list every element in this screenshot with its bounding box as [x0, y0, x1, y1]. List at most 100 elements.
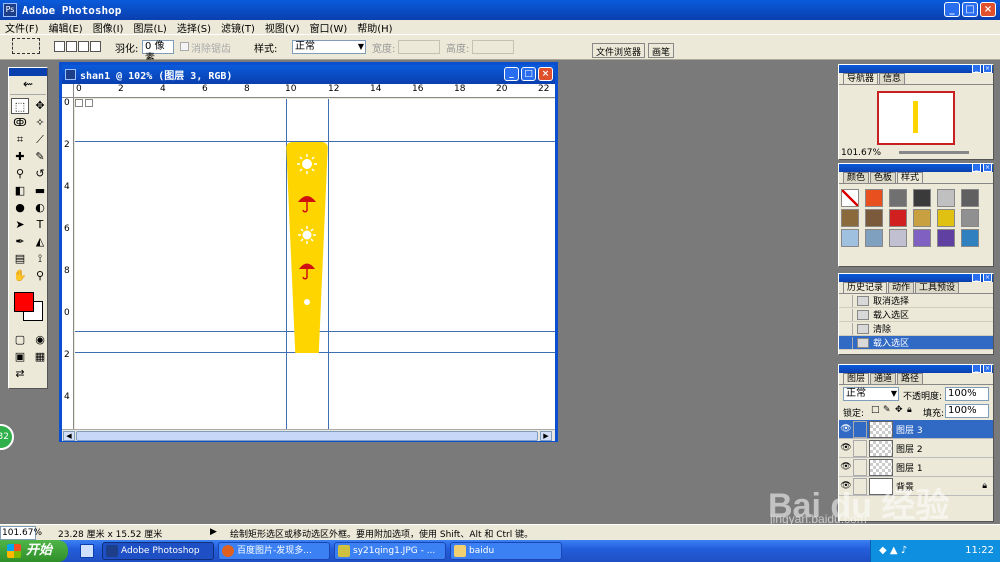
lock-image-icon[interactable]: ✎	[883, 405, 891, 415]
fullscreen-mode-icon[interactable]: ▦	[31, 349, 49, 365]
panel-close-icon[interactable]: ×	[983, 163, 992, 172]
blur-tool-icon[interactable]: ●	[11, 200, 29, 216]
style-swatch[interactable]	[937, 229, 955, 247]
vertical-ruler[interactable]: 0 2 4 6 8 0 2 4	[62, 98, 74, 429]
imageready-jump-icon[interactable]: ⇄	[11, 366, 29, 382]
style-swatch[interactable]	[889, 189, 907, 207]
document-canvas[interactable]	[75, 99, 555, 429]
brush-link-icon[interactable]	[853, 420, 867, 438]
style-swatch[interactable]	[889, 209, 907, 227]
width-input[interactable]	[398, 40, 440, 54]
feather-logo-icon[interactable]: ⇜	[10, 77, 46, 95]
screen-mode-icon[interactable]: ▣	[11, 349, 29, 365]
zoom-tool-icon[interactable]: ⚲	[31, 268, 49, 284]
marquee-tool-preset-icon[interactable]	[12, 38, 40, 54]
scroll-left-icon[interactable]: ◀	[63, 431, 75, 441]
dock-tab-brushes[interactable]: 画笔	[648, 43, 675, 58]
menu-file[interactable]: 文件(F)	[0, 20, 44, 35]
marquee-tool-icon[interactable]: ⬚	[11, 98, 29, 114]
taskbar-item-folder[interactable]: baidu	[450, 542, 562, 560]
status-zoom-input[interactable]: 101.67%	[0, 526, 42, 540]
brush-tool-icon[interactable]: ✎	[31, 149, 49, 165]
panel-header[interactable]: _ ×	[839, 64, 993, 73]
navigator-preview[interactable]	[877, 91, 955, 145]
feather-input[interactable]: 0 像素	[142, 40, 174, 64]
link-icon[interactable]	[853, 439, 867, 457]
antialias-checkbox[interactable]	[180, 42, 189, 51]
tab-info[interactable]: 信息	[879, 73, 906, 84]
tab-swatches[interactable]: 色板	[870, 172, 897, 183]
intersect-selection-icon[interactable]	[90, 41, 101, 52]
slice-tool-icon[interactable]: ⟋	[31, 132, 49, 148]
history-brush-icon[interactable]: ↺	[31, 166, 49, 182]
menu-edit[interactable]: 编辑(E)	[44, 20, 88, 35]
menu-help[interactable]: 帮助(H)	[352, 20, 397, 35]
menu-window[interactable]: 窗口(W)	[305, 20, 353, 35]
hand-tool-icon[interactable]: ✋	[11, 268, 29, 284]
document-titlebar[interactable]: shan1 @ 102% (图层 3, RGB) _ □ ×	[62, 65, 555, 84]
height-input[interactable]	[472, 40, 514, 54]
style-swatch[interactable]	[913, 209, 931, 227]
eyedropper-icon[interactable]: ⟟	[31, 251, 49, 267]
standard-mode-icon[interactable]: ▢	[11, 332, 29, 348]
minimize-button[interactable]: _	[944, 2, 960, 17]
history-source-checkbox[interactable]	[839, 322, 853, 335]
new-selection-icon[interactable]	[54, 41, 65, 52]
move-tool-icon[interactable]: ✥	[31, 98, 49, 114]
taskbar-item-browser[interactable]: 百度图片-发现多...	[218, 542, 330, 560]
style-swatch[interactable]	[937, 209, 955, 227]
style-swatch[interactable]	[889, 229, 907, 247]
style-select[interactable]: 正常 ▼	[292, 40, 366, 54]
link-icon[interactable]	[853, 458, 867, 476]
doc-maximize-button[interactable]: □	[521, 67, 536, 81]
type-tool-icon[interactable]: T	[31, 217, 49, 233]
panel-close-icon[interactable]: ×	[983, 273, 992, 282]
lock-all-icon[interactable]: 🔒︎	[907, 405, 912, 415]
tab-channels[interactable]: 通道	[870, 373, 897, 384]
tray-icons[interactable]: ◆ ▲ ♪	[879, 545, 907, 556]
style-swatch[interactable]	[913, 229, 931, 247]
start-button[interactable]: 开始	[0, 540, 68, 562]
horizontal-ruler[interactable]: 0 2 4 6 8 10 12 14 16 18 20 22	[74, 84, 555, 98]
style-swatch[interactable]	[865, 209, 883, 227]
panel-header[interactable]: _ ×	[839, 273, 993, 282]
shape-tool-icon[interactable]: ◭	[31, 234, 49, 250]
history-item[interactable]: 载入选区	[839, 336, 993, 350]
layer-row[interactable]: 👁︎ 图层 3	[839, 420, 993, 439]
panel-minimize-icon[interactable]: _	[972, 273, 981, 282]
add-selection-icon[interactable]	[66, 41, 77, 52]
history-item[interactable]: 清除	[839, 322, 993, 336]
document-size[interactable]: 23.28 厘米 x 15.52 厘米	[58, 527, 162, 540]
magic-wand-icon[interactable]: ✧	[31, 115, 49, 131]
panel-close-icon[interactable]: ×	[983, 364, 992, 373]
menu-select[interactable]: 选择(S)	[172, 20, 216, 35]
style-swatch[interactable]	[841, 229, 859, 247]
path-select-icon[interactable]: ➤	[11, 217, 29, 233]
tab-tool-presets[interactable]: 工具预设	[915, 282, 960, 293]
lock-position-icon[interactable]: ✥	[895, 405, 903, 415]
fill-input[interactable]: 100%	[945, 404, 989, 418]
notes-tool-icon[interactable]: ▤	[11, 251, 29, 267]
tools-palette-header[interactable]	[9, 68, 47, 76]
dodge-tool-icon[interactable]: ◐	[31, 200, 49, 216]
healing-brush-icon[interactable]: ✚	[11, 149, 29, 165]
layer-row[interactable]: 👁︎ 图层 2	[839, 439, 993, 458]
navigator-zoom-slider[interactable]	[899, 151, 969, 154]
style-swatch[interactable]	[961, 209, 979, 227]
tab-navigator[interactable]: 导航器	[843, 73, 879, 84]
tab-actions[interactable]: 动作	[888, 282, 915, 293]
tab-paths[interactable]: 路径	[897, 373, 924, 384]
tab-history[interactable]: 历史记录	[843, 282, 888, 293]
clock[interactable]: 11:22	[965, 545, 994, 556]
eye-icon[interactable]: 👁︎	[839, 462, 853, 472]
quick-mask-icon[interactable]: ◉	[31, 332, 49, 348]
style-swatch[interactable]	[961, 189, 979, 207]
opacity-input[interactable]: 100%	[945, 387, 989, 401]
doc-close-button[interactable]: ×	[538, 67, 553, 81]
gradient-tool-icon[interactable]: ▬	[31, 183, 49, 199]
menu-image[interactable]: 图像(I)	[88, 20, 129, 35]
tab-layers[interactable]: 图层	[843, 373, 870, 384]
scrollbar-thumb[interactable]	[76, 431, 538, 441]
horizontal-scrollbar[interactable]: ◀ ▶	[62, 429, 555, 441]
panel-header[interactable]: _ ×	[839, 163, 993, 172]
